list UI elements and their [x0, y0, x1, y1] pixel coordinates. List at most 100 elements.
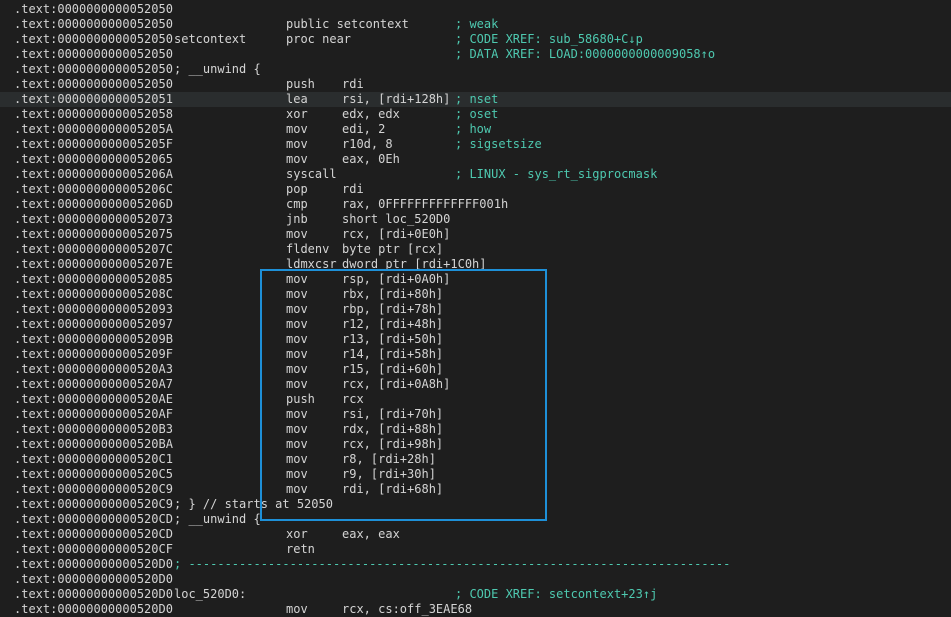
listing-line[interactable]: .text:0000000000052075 mov rcx, [rdi+0E0h] — [0, 227, 951, 242]
line-operands[interactable]: rcx, [rdi+0E0h] — [342, 227, 450, 242]
listing-line[interactable]: .text:00000000000520A3 mov r15, [rdi+60h] — [0, 362, 951, 377]
listing-line[interactable]: .text:0000000000052051 lea rsi, [rdi+128h]… — [0, 92, 951, 107]
line-mnemonic: public setcontext — [286, 17, 409, 31]
line-mnemonic: mov — [286, 152, 308, 166]
listing-line[interactable]: .text:0000000000052073 jnb short loc_520D0 — [0, 212, 951, 227]
line-operands[interactable]: rax, 0FFFFFFFFFFFFF001h — [342, 197, 508, 212]
line-address: .text:000000000005206C — [14, 182, 173, 196]
listing-line[interactable]: .text:00000000000520BA mov rcx, [rdi+98h] — [0, 437, 951, 452]
line-operands[interactable]: dword ptr [rdi+1C0h] — [342, 257, 487, 272]
listing-line[interactable]: .text:00000000000520AE push rcx — [0, 392, 951, 407]
listing-line[interactable]: .text:00000000000520C9; } // starts at 5… — [0, 497, 951, 512]
line-operands[interactable]: short loc_520D0 — [342, 212, 450, 227]
listing-line[interactable]: .text:0000000000052093 mov rbp, [rdi+78h] — [0, 302, 951, 317]
listing-line[interactable]: .text:00000000000520C5 mov r9, [rdi+30h] — [0, 467, 951, 482]
line-address: .text:000000000005209B — [14, 332, 173, 346]
line-operands[interactable]: rcx, [rdi+0A8h] — [342, 377, 450, 392]
listing-line[interactable]: .text:0000000000052050 public setcontext;… — [0, 17, 951, 32]
listing-line[interactable]: .text:0000000000052050; __unwind { — [0, 62, 951, 77]
line-address: .text:00000000000520C5 — [14, 467, 173, 481]
line-mnemonic: mov — [286, 122, 308, 136]
line-operands[interactable]: eax, eax — [342, 527, 400, 542]
line-operands[interactable]: rbx, [rdi+80h] — [342, 287, 443, 302]
listing-line[interactable]: .text:00000000000520B3 mov rdx, [rdi+88h] — [0, 422, 951, 437]
line-operands[interactable]: rdx, [rdi+88h] — [342, 422, 443, 437]
line-operands[interactable]: r12, [rdi+48h] — [342, 317, 443, 332]
line-operands[interactable]: eax, 0Eh — [342, 152, 400, 167]
listing-line[interactable]: .text:000000000005209B mov r13, [rdi+50h] — [0, 332, 951, 347]
line-operands[interactable]: r8, [rdi+28h] — [342, 452, 436, 467]
line-label[interactable]: loc_520D0: — [174, 587, 246, 602]
line-operands[interactable]: r15, [rdi+60h] — [342, 362, 443, 377]
line-comment: ; DATA XREF: LOAD:0000000000009058↑o — [455, 47, 716, 61]
listing-line[interactable]: .text:00000000000520D0 — [0, 572, 951, 587]
line-mnemonic: mov — [286, 302, 308, 316]
line-address: .text:000000000005207E — [14, 257, 173, 271]
listing-line[interactable]: .text:0000000000052085 mov rsp, [rdi+0A0h] — [0, 272, 951, 287]
listing-line[interactable]: .text:000000000005205A mov edi, 2 ; how — [0, 122, 951, 137]
line-operands[interactable]: r13, [rdi+50h] — [342, 332, 443, 347]
listing-line[interactable]: .text:00000000000520D0 loc_520D0: ; CODE X… — [0, 587, 951, 602]
listing-line[interactable]: .text:0000000000052097 mov r12, [rdi+48h] — [0, 317, 951, 332]
listing-line[interactable]: .text:00000000000520C9 mov rdi, [rdi+68h] — [0, 482, 951, 497]
line-address: .text:0000000000052050 — [14, 62, 173, 76]
line-comment: ; nset — [455, 92, 499, 106]
line-mnemonic: xor — [286, 107, 308, 121]
line-operands[interactable]: rbp, [rdi+78h] — [342, 302, 443, 317]
listing-line[interactable]: .text:000000000005206C pop rdi — [0, 182, 951, 197]
listing-line[interactable]: .text:00000000000520AF mov rsi, [rdi+70h] — [0, 407, 951, 422]
line-operands[interactable]: edx, edx — [342, 107, 400, 122]
listing-line[interactable]: .text:000000000005206A syscall ; LINUX - s… — [0, 167, 951, 182]
listing-line[interactable]: .text:000000000005207C fldenv byte ptr [rc… — [0, 242, 951, 257]
listing-line[interactable]: .text:0000000000052050 push rdi — [0, 77, 951, 92]
line-operands[interactable]: r10d, 8 — [342, 137, 393, 152]
listing-line[interactable]: .text:0000000000052058 xor edx, edx ; oset — [0, 107, 951, 122]
line-mnemonic: syscall — [286, 167, 337, 181]
line-address: .text:00000000000520AF — [14, 407, 173, 421]
line-mnemonic: mov — [286, 482, 308, 496]
line-mnemonic: mov — [286, 467, 308, 481]
line-operands[interactable]: rdi — [342, 182, 364, 197]
listing-line[interactable]: .text:00000000000520D0 mov rcx, cs:off_3EA… — [0, 602, 951, 617]
line-address: .text:00000000000520C9 — [14, 497, 173, 511]
line-operands[interactable]: edi, 2 — [342, 122, 385, 137]
listing-line[interactable]: .text:000000000005206D cmp rax, 0FFFFFFFFF… — [0, 197, 951, 212]
line-operands[interactable]: rdi, [rdi+68h] — [342, 482, 443, 497]
listing-line[interactable]: .text:00000000000520C1 mov r8, [rdi+28h] — [0, 452, 951, 467]
line-address: .text:00000000000520D0 — [14, 587, 173, 601]
line-address: .text:0000000000052065 — [14, 152, 173, 166]
line-operands[interactable]: rcx — [342, 392, 364, 407]
line-operands[interactable]: r14, [rdi+58h] — [342, 347, 443, 362]
line-operands[interactable]: rcx, [rdi+98h] — [342, 437, 443, 452]
line-operands[interactable]: rdi — [342, 77, 364, 92]
line-mnemonic: ldmxcsr — [286, 257, 337, 271]
listing-line[interactable]: .text:0000000000052050 — [0, 2, 951, 17]
listing-line[interactable]: .text:00000000000520D0; ----------------… — [0, 557, 951, 572]
listing-line[interactable]: .text:000000000005207E ldmxcsr dword ptr [… — [0, 257, 951, 272]
line-address: .text:0000000000052097 — [14, 317, 173, 331]
listing-line[interactable]: .text:00000000000520CF retn — [0, 542, 951, 557]
listing-line[interactable]: .text:00000000000520CD xor eax, eax — [0, 527, 951, 542]
listing-line[interactable]: .text:00000000000520A7 mov rcx, [rdi+0A8h] — [0, 377, 951, 392]
line-operands[interactable]: r9, [rdi+30h] — [342, 467, 436, 482]
line-operands[interactable]: rsi, [rdi+70h] — [342, 407, 443, 422]
line-operands[interactable]: rcx, cs:off_3EAE68 — [342, 602, 472, 617]
listing-line[interactable]: .text:000000000005205F mov r10d, 8 ; sigset… — [0, 137, 951, 152]
disassembly-listing[interactable]: .text:0000000000052050 .text:000000000005… — [0, 0, 951, 617]
listing-line[interactable]: .text:000000000005208C mov rbx, [rdi+80h] — [0, 287, 951, 302]
line-operands[interactable]: rsi, [rdi+128h] — [342, 92, 450, 107]
line-address: .text:00000000000520CF — [14, 542, 173, 556]
line-mnemonic: mov — [286, 437, 308, 451]
line-address: .text:00000000000520B3 — [14, 422, 173, 436]
line-operands[interactable]: byte ptr [rcx] — [342, 242, 443, 257]
listing-line[interactable]: .text:00000000000520CD; __unwind { — [0, 512, 951, 527]
line-comment: ; CODE XREF: setcontext+23↑j — [455, 587, 658, 601]
line-mnemonic: mov — [286, 137, 308, 151]
listing-line[interactable]: .text:0000000000052050 ; DATA XREF: LOAD:… — [0, 47, 951, 62]
listing-line[interactable]: .text:0000000000052050 setcontext proc nea… — [0, 32, 951, 47]
line-label[interactable]: setcontext — [174, 32, 246, 47]
line-mnemonic: cmp — [286, 197, 308, 211]
line-operands[interactable]: rsp, [rdi+0A0h] — [342, 272, 450, 287]
listing-line[interactable]: .text:0000000000052065 mov eax, 0Eh — [0, 152, 951, 167]
listing-line[interactable]: .text:000000000005209F mov r14, [rdi+58h] — [0, 347, 951, 362]
